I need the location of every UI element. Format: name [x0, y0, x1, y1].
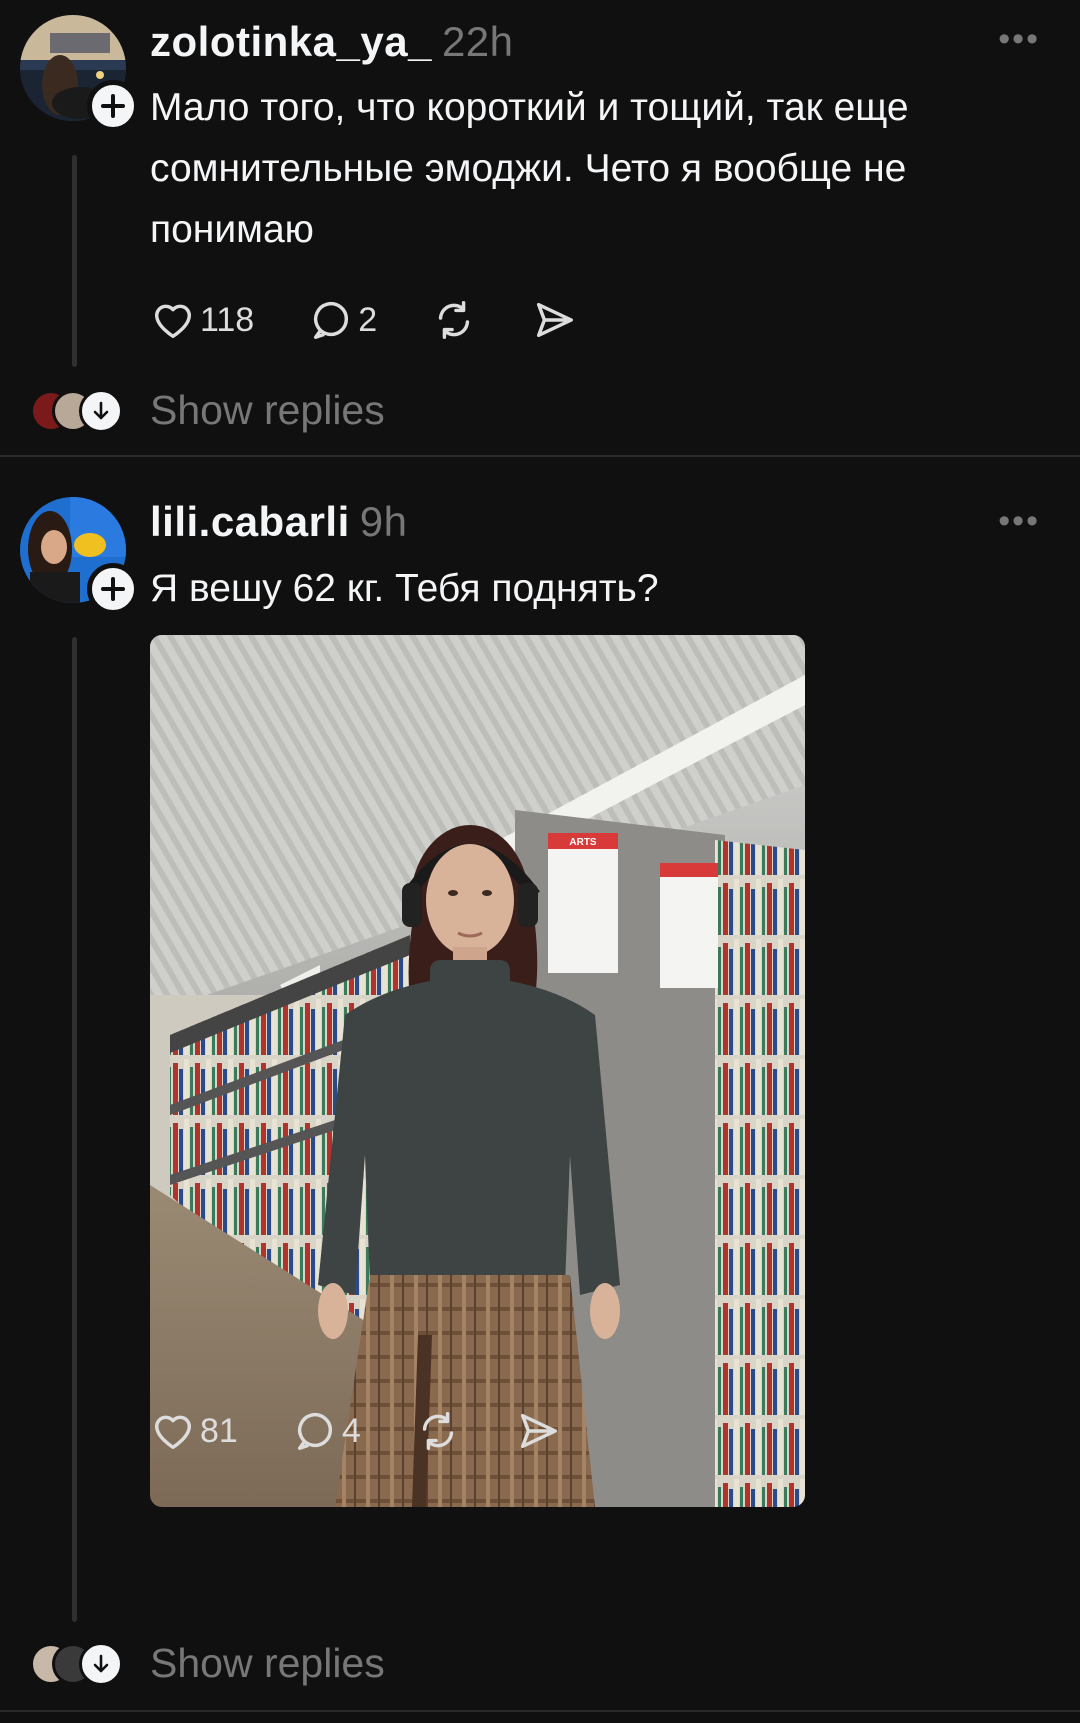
- post-text: Я вешу 62 кг. Тебя поднять?: [150, 558, 1050, 619]
- repost-button[interactable]: [415, 1408, 461, 1454]
- chevron-down-icon[interactable]: [79, 389, 123, 433]
- post-text-line: Мало того, что короткий и тощий, так еще: [150, 86, 909, 129]
- comment-button[interactable]: 4: [292, 1408, 361, 1454]
- repost-icon: [438, 301, 470, 339]
- like-count: 118: [200, 300, 255, 339]
- timestamp: 9h: [359, 498, 408, 545]
- comment-count: 4: [341, 1411, 361, 1450]
- chevron-down-icon[interactable]: [79, 1642, 123, 1686]
- share-icon: [520, 1413, 557, 1449]
- post-1: zolotinka_ya_ 22h ••• Мало того, что коро…: [0, 0, 1080, 455]
- show-replies-row[interactable]: Show replies: [0, 382, 1080, 442]
- more-icon[interactable]: •••: [998, 502, 1040, 541]
- share-button[interactable]: [515, 1408, 561, 1454]
- show-replies-link[interactable]: Show replies: [150, 387, 385, 434]
- comment-icon: [314, 301, 349, 339]
- repost-icon: [422, 1412, 453, 1450]
- divider: [0, 1710, 1080, 1712]
- post-text: Мало того, что короткий и тощий, так еще…: [150, 77, 1050, 260]
- username[interactable]: lili.cabarli 9h: [150, 498, 407, 546]
- thread-line: [72, 637, 77, 1622]
- like-button[interactable]: 118: [150, 297, 254, 343]
- more-icon[interactable]: •••: [998, 20, 1040, 59]
- post-text-line: сомнительные эмоджи. Чето я вообще не: [150, 147, 907, 190]
- share-button[interactable]: [531, 297, 577, 343]
- username-text[interactable]: zolotinka_ya_: [150, 18, 432, 65]
- follow-button[interactable]: [87, 80, 139, 132]
- comment-count: 2: [358, 300, 378, 339]
- action-bar: 118 2: [150, 297, 631, 343]
- comment-icon: [297, 1412, 332, 1450]
- follow-button[interactable]: [87, 563, 139, 615]
- heart-icon: [154, 304, 192, 339]
- action-bar: 81 4: [150, 1408, 615, 1454]
- sign-title: ARTS: [569, 837, 597, 848]
- timestamp: 22h: [441, 18, 514, 65]
- thread-line: [72, 155, 77, 367]
- post-text-line: Я вешу 62 кг. Тебя поднять?: [150, 567, 659, 610]
- post-text-line: понимаю: [150, 208, 314, 251]
- heart-icon: [154, 1415, 192, 1450]
- username-text[interactable]: lili.cabarli: [150, 498, 350, 545]
- post-2: lili.cabarli 9h ••• Я вешу 62 кг. Тебя по…: [0, 457, 1080, 1723]
- show-replies-link[interactable]: Show replies: [150, 1640, 385, 1687]
- like-count: 81: [200, 1411, 238, 1450]
- username[interactable]: zolotinka_ya_ 22h: [150, 18, 514, 66]
- like-button[interactable]: 81: [150, 1408, 238, 1454]
- show-replies-row[interactable]: Show replies: [0, 1635, 1080, 1695]
- comment-button[interactable]: 2: [308, 297, 377, 343]
- post-image[interactable]: ARTS: [150, 635, 805, 1507]
- repost-button[interactable]: [431, 297, 477, 343]
- share-icon: [537, 302, 574, 338]
